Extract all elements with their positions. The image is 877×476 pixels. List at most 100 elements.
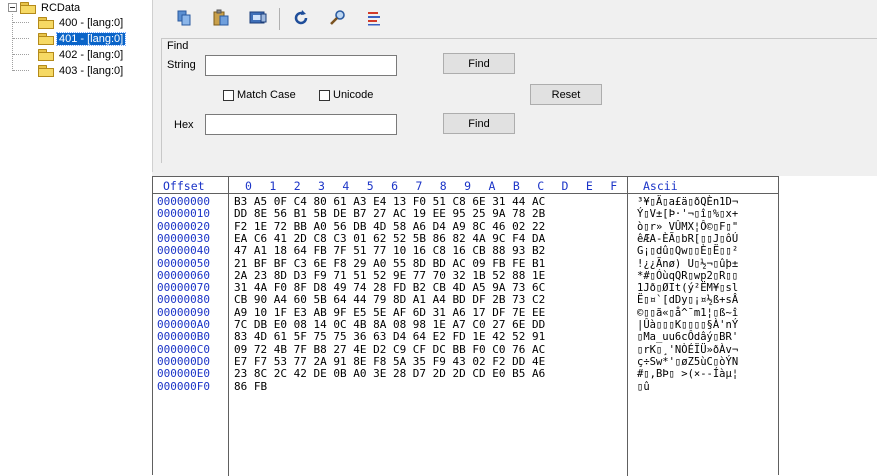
row-ascii: ³¥▯Ä▯a£ä▯ðQÈn1D¬ [637,196,739,208]
tree-node-402[interactable]: 402 - [lang:0] [38,47,125,62]
row-ascii: G¡▯dû▯Qw▯▯È▯Ë▯▯² [637,245,739,258]
row-hex-bytes: 21 BF BF C3 6E F8 29 A0 55 8D BD AC 09 F… [234,256,546,270]
tree-node-401[interactable]: 401 - [lang:0] [38,31,127,46]
checkbox-box[interactable] [319,89,330,101]
row-offset: 00000040 [157,244,210,258]
copy-icon [177,10,191,26]
find-string-button[interactable]: Find [443,53,515,74]
find-group-title: Find [165,40,191,52]
tree-node-400[interactable]: 400 - [lang:0] [38,15,125,30]
byte-column-header: 6 [391,179,399,193]
row-offset: 000000A0 [157,318,210,331]
row-hex-bytes: 2A 23 8D D3 F9 71 51 52 9E 77 70 32 1B 5… [234,268,546,282]
hex-view[interactable]: Offset 0 1 2 3 4 5 6 7 8 9 A B C D E F Ascii 00000000 B3… [152,176,780,476]
row-offset: 00000020 [157,219,210,233]
byte-column-header: C [537,179,545,193]
row-hex-bytes: 86 FB [234,379,268,393]
paste-icon [213,9,229,26]
byte-column-header: D [561,179,569,193]
row-offset: 000000D0 [157,354,210,368]
row-offset: 00000010 [157,207,210,221]
options-button[interactable] [365,9,383,27]
row-ascii: ©▯▯ã«▯å^¯m1¦▯ß~î [637,306,739,319]
byte-column-header: 7 [415,179,423,193]
ascii-header: Ascii [643,179,678,193]
row-ascii: !¿¿Ãnø) U▯½¬▯ûþ± [637,257,739,270]
row-ascii: 1Jð▯ØIt(ý²ËM¥▯sl [637,282,739,295]
tree-node-403[interactable]: 403 - [lang:0] [38,63,125,78]
byte-column-header: 0 [245,179,252,193]
folder-icon [38,65,54,77]
folder-icon [38,17,54,29]
find-toolbar-button[interactable] [329,9,347,27]
offset-header: Offset [163,179,205,193]
collapse-icon[interactable] [8,3,17,12]
unicode-checkbox[interactable]: Unicode [319,89,373,101]
byte-column-header: 2 [293,179,301,193]
refresh-button[interactable] [292,9,310,27]
row-hex-bytes: 7C DB E0 08 14 0C 4B 8A 08 98 1E A7 C0 2… [234,318,546,331]
row-ascii: ç÷Sw*'▯øZ5ùC▯òÝN [637,355,739,368]
row-offset: 00000090 [157,305,210,319]
row-ascii: Ë▯¤`[dDy▯¡¤½ß+sÂ [637,294,739,307]
row-offset: 00000080 [157,293,210,307]
copy-button[interactable] [175,9,193,27]
options-icon [368,12,380,26]
folder-icon [20,2,36,14]
select-all-button[interactable] [249,9,267,27]
byte-column-header: 4 [342,179,350,193]
row-ascii: ▯Ma_uu6cÔdâý▯BR' [637,331,739,344]
row-hex-bytes: A9 10 1F E3 AB 9F E5 5E AF 6D 31 A6 17 D… [234,305,546,319]
match-case-label: Match Case [237,89,296,101]
byte-column-header: B [512,179,520,193]
hex-label: Hex [174,119,194,131]
tree-node-label: 400 - [lang:0] [59,16,124,29]
row-ascii: ▯û [637,380,650,393]
reset-button[interactable]: Reset [530,84,602,105]
byte-column-header: 5 [366,179,374,193]
string-input[interactable] [205,55,397,76]
row-hex-bytes: B3 A5 0F C4 80 61 A3 E4 13 F0 51 C8 6E 3… [234,195,546,208]
find-hex-button[interactable]: Find [443,113,515,134]
row-offset: 000000B0 [157,330,210,344]
row-ascii: #▯,BÞ▯ >(×--Íàµ¦ [637,368,739,381]
folder-icon [38,49,54,61]
row-hex-bytes: 23 8C 2C 42 DE 0B A0 3E 28 D7 2D 2D CD E… [234,367,546,381]
checkbox-box[interactable] [223,89,234,101]
row-hex-bytes: 83 4D 61 5F 75 75 36 63 D4 64 E2 FD 1E 4… [234,330,546,344]
paste-button[interactable] [212,9,230,27]
tree-node-rcdata[interactable]: RCData [8,0,82,15]
row-ascii: êÆA-ÈÃ▯bR[▯▯J▯ôÚ [637,232,739,245]
row-offset: 00000060 [157,268,210,282]
byte-column-header: 1 [269,179,277,193]
row-hex-bytes: E7 F7 53 77 2A 91 8E F8 5A 35 F9 43 02 F… [234,354,546,368]
row-hex-bytes: CB 90 A4 60 5B 64 44 79 8D A1 A4 BD DF 2… [234,293,546,307]
toolbar [153,0,877,34]
folder-open-icon [38,33,54,45]
row-ascii: ò▯r» VÛMX¦Ô©▯F▯" [637,220,739,233]
row-ascii: Ý▯V±[Þ·'¬▯î▯%▯x+ [637,208,739,221]
match-case-checkbox[interactable]: Match Case [223,89,296,101]
byte-column-header: F [610,179,618,193]
row-offset: 000000E0 [157,367,210,381]
row-ascii: *#▯ÓùqQR▯wp2▯R▯▯ [637,269,739,282]
byte-column-header: 8 [439,179,447,193]
select-all-icon [249,11,267,24]
row-offset: 00000050 [157,256,210,270]
row-hex-bytes: 31 4A F0 8F D8 49 74 28 FD B2 CB 4D A5 9… [234,281,546,295]
string-label: String [167,59,196,71]
tree-node-label: 402 - [lang:0] [59,48,124,61]
byte-column-header: A [488,179,496,193]
refresh-icon [294,10,308,25]
row-hex-bytes: 47 A1 18 64 FB 7F 51 77 10 16 C8 16 CB 8… [234,244,546,258]
resource-tree[interactable]: RCData 400 - [lang:0] 401 - [lang:0] 402… [0,0,152,475]
unicode-label: Unicode [333,89,374,101]
row-hex-bytes: F2 1E 72 BB A0 56 DB 4D 58 A6 D4 A9 8C 4… [234,219,546,233]
row-hex-bytes: 09 72 4B 7F B8 27 4E D2 C9 CF DC BB F0 C… [234,342,546,356]
row-offset: 000000F0 [157,379,210,393]
byte-column-header: 3 [318,179,325,193]
byte-column-header: E [585,179,593,193]
hex-input[interactable] [205,114,397,135]
find-panel: Find String Find Match Case Unicode Rese… [152,0,877,172]
row-offset: 00000070 [157,281,210,295]
